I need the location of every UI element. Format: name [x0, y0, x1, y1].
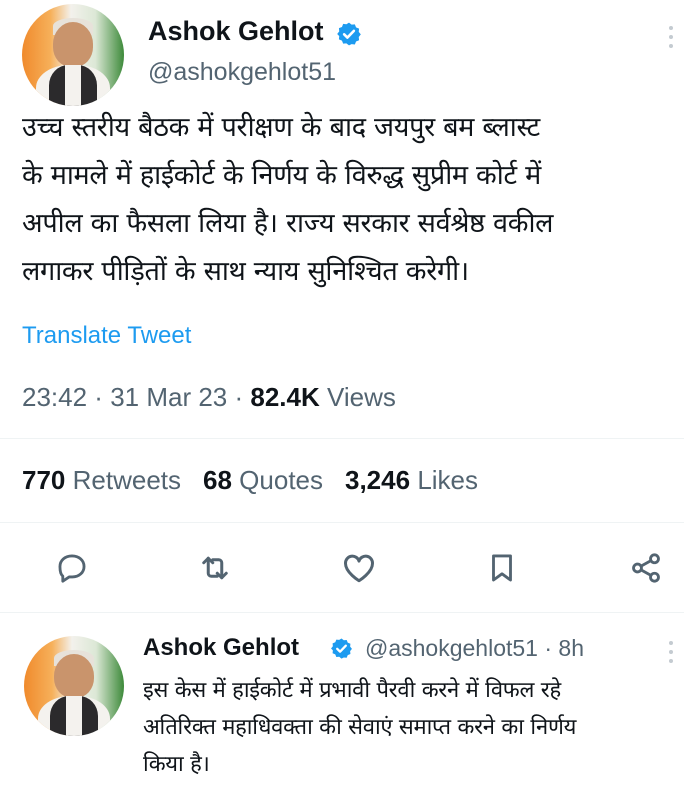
reply-text: इस केस में हाईकोर्ट में प्रभावी पैरवी कर… — [143, 672, 683, 783]
tweet-text-line: अपील का फैसला लिया है। राज्य सरकार सर्वश… — [22, 208, 554, 239]
tweet-meta: 23:42 · 31 Mar 23 · 82.4K Views — [22, 382, 396, 413]
tweet-text-line: उच्च स्तरीय बैठक में परीक्षण के बाद जयपु… — [22, 112, 540, 143]
retweets-stat[interactable]: 770 Retweets — [22, 465, 181, 495]
speech-bubble-icon — [58, 554, 86, 583]
meta-separator: · — [227, 382, 251, 412]
quotes-label: Quotes — [239, 465, 323, 495]
translate-tweet-link[interactable]: Translate Tweet — [22, 322, 191, 350]
author-handle[interactable]: @ashokgehlot51 — [148, 58, 336, 87]
author-avatar[interactable] — [22, 4, 124, 106]
retweet-arrows-icon — [202, 556, 228, 580]
retweets-count: 770 — [22, 465, 66, 495]
tweet-time[interactable]: 23:42 — [22, 382, 87, 412]
tweet-date[interactable]: 31 Mar 23 — [110, 382, 227, 412]
likes-count: 3,246 — [345, 465, 411, 495]
heart-outline-icon — [344, 554, 374, 583]
reply-author-handle[interactable]: @ashokgehlot51 · 8h — [365, 635, 584, 662]
reply-handle-text: @ashokgehlot51 — [365, 635, 538, 661]
reply-more-options-icon[interactable] — [668, 641, 674, 668]
likes-label: Likes — [417, 465, 479, 495]
reply-time-ago[interactable]: · 8h — [544, 635, 584, 661]
reply-author-name[interactable]: Ashok Gehlot — [143, 634, 299, 662]
meta-separator: · — [87, 382, 111, 412]
views-label: Views — [327, 382, 396, 412]
retweet-button[interactable] — [195, 548, 235, 588]
tweet-text: उच्च स्तरीय बैठक में परीक्षण के बाद जयपु… — [22, 104, 682, 296]
bookmark-button[interactable] — [482, 548, 522, 588]
tweet-text-line: के मामले में हाईकोर्ट के निर्णय के विरुद… — [22, 160, 541, 191]
tweet-text-line: लगाकर पीड़ितों के साथ न्याय सुनिश्चित कर… — [22, 256, 469, 287]
like-button[interactable] — [339, 548, 379, 588]
quotes-stat[interactable]: 68 Quotes — [203, 465, 323, 495]
retweets-label: Retweets — [72, 465, 182, 495]
share-button[interactable] — [626, 548, 666, 588]
reply-text-line: किया है। — [143, 752, 210, 777]
bookmark-icon — [492, 554, 512, 582]
more-options-icon[interactable] — [668, 26, 674, 53]
reply-text-line: अतिरिक्त महाधिवक्ता की सेवाएं समाप्त करन… — [143, 715, 577, 740]
reply-author-avatar[interactable] — [24, 636, 124, 736]
views-count: 82.4K — [250, 382, 320, 412]
tweet-stats: 770 Retweets 68 Quotes 3,246 Likes — [22, 465, 478, 496]
quotes-count: 68 — [203, 465, 232, 495]
reply-text-line: इस केस में हाईकोर्ट में प्रभावी पैरवी कर… — [143, 678, 561, 703]
verified-badge-icon — [337, 22, 361, 46]
likes-stat[interactable]: 3,246 Likes — [345, 465, 478, 495]
author-name[interactable]: Ashok Gehlot — [148, 16, 324, 47]
share-nodes-icon — [632, 553, 660, 583]
divider — [0, 612, 684, 613]
verified-badge-icon — [331, 638, 352, 659]
tweet-actions — [0, 548, 684, 588]
divider — [0, 438, 684, 439]
divider — [0, 522, 684, 523]
reply-button[interactable] — [52, 548, 92, 588]
